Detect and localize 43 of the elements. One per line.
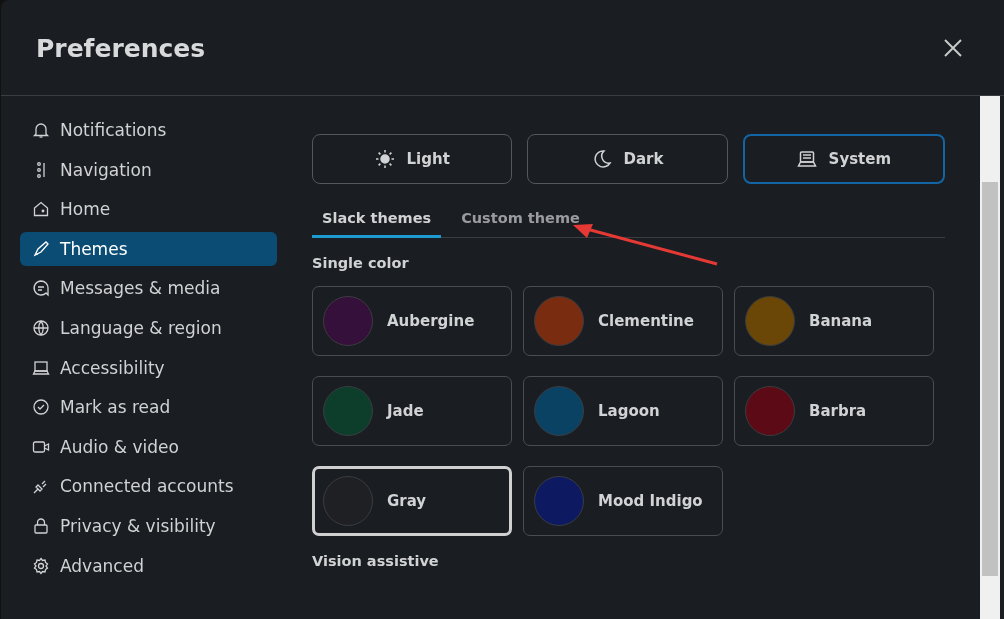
laptop-icon	[32, 358, 50, 377]
sidebar-item[interactable]: Messages & media	[20, 271, 277, 306]
check-circle-icon	[32, 398, 50, 417]
sidebar-item[interactable]: Privacy & visibility	[20, 508, 277, 543]
theme-option[interactable]: Mood Indigo	[523, 466, 723, 536]
moon-icon	[591, 149, 612, 169]
theme-option[interactable]: Lagoon	[523, 376, 723, 446]
theme-tab[interactable]: Custom theme	[451, 202, 590, 238]
sidebar-item[interactable]: Navigation	[20, 152, 277, 187]
laptop-icon	[796, 149, 817, 169]
scrollbar-thumb[interactable]	[982, 182, 998, 576]
sidebar-item[interactable]: Accessibility	[20, 350, 277, 385]
sidebar-item[interactable]: Notifications	[20, 113, 277, 147]
bell-icon	[32, 121, 50, 139]
sun-icon	[374, 149, 395, 169]
theme-option[interactable]: Barbra	[734, 376, 934, 446]
mode-button[interactable]: Dark	[527, 134, 728, 184]
theme-option[interactable]: Gray	[312, 466, 512, 536]
sidebar-item[interactable]: Connected accounts	[20, 469, 277, 504]
gear-icon	[32, 556, 50, 575]
theme-option[interactable]: Banana	[734, 286, 934, 356]
mode-button[interactable]: Light	[312, 134, 513, 184]
theme-option[interactable]: Clementine	[523, 286, 723, 356]
sidebar-item[interactable]: Mark as read	[20, 390, 277, 425]
globe-icon	[32, 318, 50, 337]
brush-icon	[32, 239, 50, 258]
scrollbar[interactable]	[980, 96, 1000, 619]
section-heading: Vision assistive	[312, 553, 440, 569]
sidebar-item[interactable]: Language & region	[20, 310, 277, 345]
chat-icon	[32, 279, 50, 298]
mode-button[interactable]: System	[742, 134, 945, 184]
theme-tab[interactable]: Slack themes	[312, 202, 442, 238]
house-icon	[32, 200, 50, 219]
lock-icon	[32, 516, 50, 535]
sidebar-item[interactable]: Advanced	[20, 548, 277, 583]
theme-option[interactable]: Aubergine	[312, 286, 512, 356]
close-icon[interactable]	[944, 38, 962, 57]
sidebar-item[interactable]: Audio & video	[20, 429, 277, 464]
sidebar-item[interactable]: Home	[20, 192, 277, 227]
section-heading: Single color	[312, 255, 410, 271]
window-title: Preferences	[36, 34, 206, 63]
sidebar-item[interactable]: Themes	[20, 231, 277, 266]
theme-option[interactable]: Jade	[312, 376, 512, 446]
